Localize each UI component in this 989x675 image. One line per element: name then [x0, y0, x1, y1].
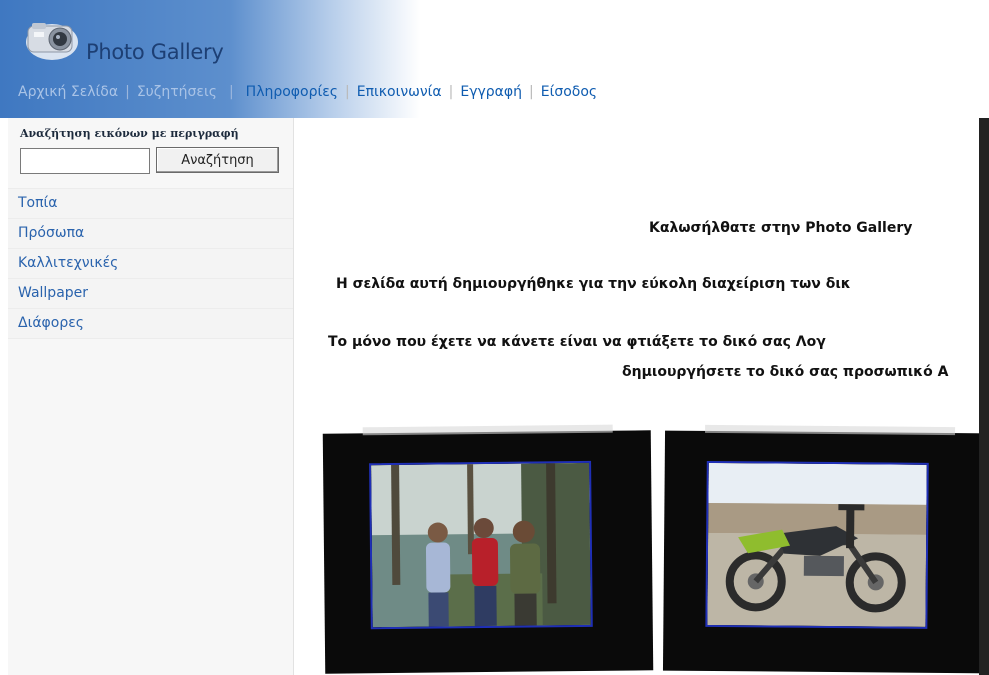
people-photo-image [371, 462, 591, 628]
category-item-artistic[interactable]: Καλλιτεχνικές [8, 248, 293, 278]
frame-edge [705, 424, 956, 436]
category-item-landscapes[interactable]: Τοπία [8, 188, 293, 218]
photo-frame[interactable] [662, 424, 989, 674]
site-title: Photo Gallery [86, 40, 224, 64]
photo-frame[interactable] [322, 424, 654, 674]
nav-separator: | [448, 84, 454, 100]
nav-separator: | [529, 84, 534, 100]
nav-separator: | [345, 84, 350, 100]
nav-home[interactable]: Αρχική Σελίδα [18, 84, 118, 100]
site-header: Photo Gallery Αρχική Σελίδα | Συζητήσεις | Π… [0, 0, 989, 118]
nav-login[interactable]: Είσοδος [541, 84, 597, 100]
frame-edge [362, 424, 613, 436]
camera-icon [26, 23, 78, 60]
intro-text-line-3: δημιουργήσετε το δικό σας προσωπικό Α [622, 364, 949, 380]
category-list: Τοπία Πρόσωπα Καλλιτεχνικές Wallpaper Δι… [8, 188, 293, 339]
nav-information[interactable]: Πληροφορίες [246, 84, 338, 100]
top-navigation: Αρχική Σελίδα | Συζητήσεις | Πληροφορίες | Επι… [18, 84, 597, 100]
main-content: Καλωσήλθατε στην Photo Gallery Η σελίδα … [294, 118, 989, 675]
category-item-wallpaper[interactable]: Wallpaper [8, 278, 293, 308]
nav-register[interactable]: Εγγραφή [460, 84, 522, 100]
gallery-photo[interactable] [705, 460, 929, 629]
nav-contact[interactable]: Επικοινωνία [357, 84, 442, 100]
welcome-heading: Καλωσήλθατε στην Photo Gallery [649, 220, 913, 236]
nav-discussions[interactable]: Συζητήσεις [137, 84, 217, 100]
category-item-misc[interactable]: Διάφορες [8, 308, 293, 339]
sidebar: Αναζήτηση εικόνων με περιγραφή Αναζήτηση… [8, 118, 294, 675]
scrollbar-edge [979, 118, 989, 675]
search-button[interactable]: Αναζήτηση [156, 147, 279, 173]
gallery-photo[interactable] [369, 460, 593, 630]
nav-separator: | [125, 84, 130, 100]
motorbike-photo-image [707, 462, 927, 627]
category-item-faces[interactable]: Πρόσωπα [8, 218, 293, 248]
search-input[interactable] [20, 148, 150, 174]
search-label: Αναζήτηση εικόνων με περιγραφή [20, 127, 239, 140]
intro-text-line-1: Η σελίδα αυτή δημιουργήθηκε για την εύκο… [336, 276, 851, 292]
nav-separator: | [228, 84, 234, 100]
intro-text-line-2: Το μόνο που έχετε να κάνετε είναι να φτι… [328, 334, 826, 350]
